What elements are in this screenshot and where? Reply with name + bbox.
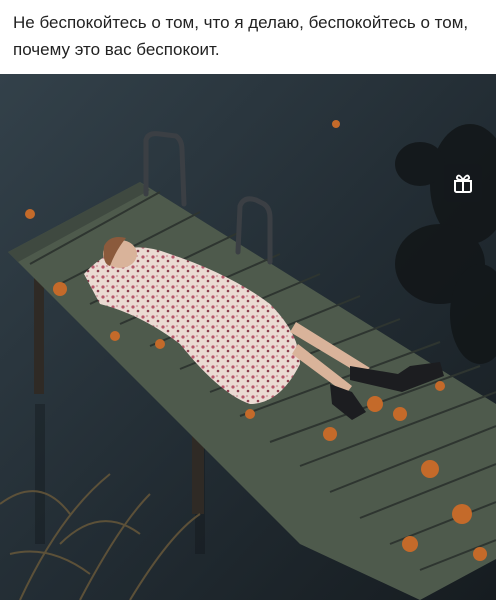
gift-button[interactable] xyxy=(444,164,482,202)
post-card: Не беспокойтесь о том, что я делаю, бесп… xyxy=(0,0,496,600)
post-photo[interactable] xyxy=(0,74,496,600)
pier-photo-illustration xyxy=(0,74,496,600)
gift-icon xyxy=(454,174,472,193)
post-caption: Не беспокойтесь о том, что я делаю, бесп… xyxy=(13,13,469,59)
